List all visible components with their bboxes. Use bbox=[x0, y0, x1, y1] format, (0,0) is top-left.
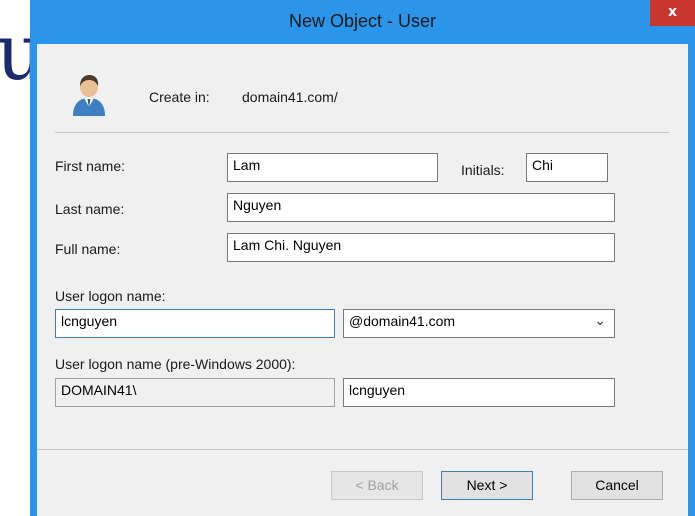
create-in-label: Create in: bbox=[149, 89, 210, 105]
first-name-field[interactable]: Lam bbox=[227, 153, 438, 182]
pre2000-domain-field: DOMAIN41\ bbox=[55, 378, 335, 407]
create-in-path: domain41.com/ bbox=[242, 89, 338, 105]
close-button[interactable]: x bbox=[650, 0, 695, 26]
pre2000-logon-label: User logon name (pre-Windows 2000): bbox=[55, 356, 296, 372]
domain-suffix-select[interactable]: @domain41.com ⌄ bbox=[343, 309, 615, 338]
header-separator bbox=[55, 132, 669, 133]
dialog-client-area: Create in: domain41.com/ First name: Lam… bbox=[37, 44, 688, 516]
full-name-field[interactable]: Lam Chi. Nguyen bbox=[227, 233, 615, 262]
last-name-field[interactable]: Nguyen bbox=[227, 193, 615, 222]
domain-suffix-value: @domain41.com bbox=[349, 313, 456, 329]
initials-label: Initials: bbox=[461, 162, 505, 178]
footer-separator bbox=[37, 449, 688, 450]
first-name-label: First name: bbox=[55, 158, 126, 174]
last-name-label: Last name: bbox=[55, 201, 125, 217]
initials-field[interactable]: Chi bbox=[526, 153, 608, 182]
back-button[interactable]: < Back bbox=[331, 471, 423, 500]
new-user-dialog: New Object - User x Create in: domain41.… bbox=[30, 0, 695, 516]
user-icon bbox=[73, 75, 105, 116]
title-bar[interactable]: New Object - User x bbox=[30, 0, 695, 44]
pre2000-logon-field[interactable]: lcnguyen bbox=[343, 378, 615, 407]
full-name-label: Full name: bbox=[55, 241, 121, 257]
logon-name-field[interactable]: lcnguyen bbox=[55, 309, 335, 338]
cancel-button[interactable]: Cancel bbox=[571, 471, 663, 500]
next-button[interactable]: Next > bbox=[441, 471, 533, 500]
window-title: New Object - User bbox=[288, 11, 437, 31]
chevron-down-icon[interactable]: ⌄ bbox=[594, 313, 606, 329]
logon-name-label: User logon name: bbox=[55, 288, 166, 304]
